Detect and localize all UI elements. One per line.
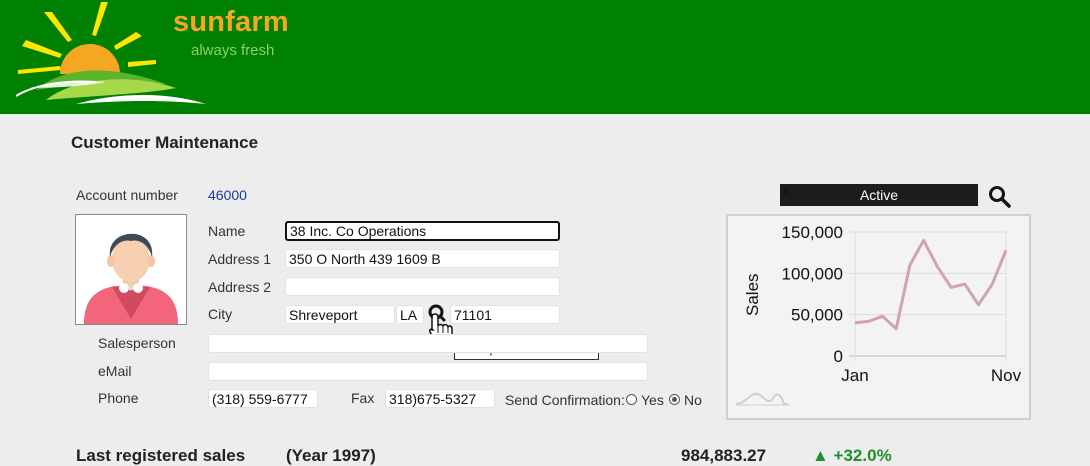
brand-tagline: always fresh xyxy=(191,42,275,59)
fax-label: Fax xyxy=(351,390,375,406)
brand-name: sunfarm xyxy=(173,6,289,38)
phone-input[interactable]: (318) 559-6777 xyxy=(208,389,318,408)
name-label: Name xyxy=(208,223,246,239)
city-label: City xyxy=(208,306,233,322)
sparkline-icon xyxy=(735,392,788,405)
chart-x-tick-label: Nov xyxy=(991,366,1022,385)
last-sales-label: Last registered sales xyxy=(76,446,246,465)
last-sales-amount: 984,883.27 xyxy=(681,446,767,465)
email-label: eMail xyxy=(98,363,132,379)
chart-y-tick-label: 0 xyxy=(834,347,843,366)
page-title: Customer Maintenance xyxy=(71,133,259,152)
email-input[interactable] xyxy=(208,362,648,381)
account-number-value: 46000 xyxy=(208,187,247,203)
customer-avatar xyxy=(75,214,187,325)
address2-label: Address 2 xyxy=(208,279,272,295)
sales-chart: 150,000 100,000 50,000 0 Jan Nov Sales xyxy=(726,214,1031,420)
chart-series-line xyxy=(854,238,1008,331)
phone-label: Phone xyxy=(98,390,139,406)
status-text: Active xyxy=(859,187,899,203)
address1-label: Address 1 xyxy=(208,251,272,267)
chart-x-tick-label: Jan xyxy=(841,366,868,385)
send-confirmation-label: Send Confirmation: xyxy=(505,392,625,408)
status-field[interactable]: A Active xyxy=(780,184,978,206)
confirmation-no-label[interactable]: No xyxy=(684,392,702,408)
chart-y-tick-label: 50,000 xyxy=(791,306,843,325)
chart-y-axis-label: Sales xyxy=(743,273,762,316)
sales-change: ▲ +32.0% xyxy=(812,446,892,465)
app-header: sunfarm always fresh xyxy=(0,0,1090,114)
salesperson-label: Salesperson xyxy=(98,335,176,351)
search-icon[interactable] xyxy=(987,184,1011,208)
address1-input[interactable]: 350 O North 439 1609 B xyxy=(285,249,560,268)
confirmation-yes-label[interactable]: Yes xyxy=(641,392,664,408)
salesperson-input[interactable] xyxy=(208,334,648,353)
address2-input[interactable] xyxy=(285,277,560,296)
zip-input[interactable]: 71101 xyxy=(450,305,560,324)
name-input[interactable]: 38 Inc. Co Operations xyxy=(285,221,560,241)
confirmation-no-radio[interactable] xyxy=(669,394,680,405)
last-sales-year: (Year 1997) xyxy=(286,446,376,465)
city-input[interactable]: Shreveport xyxy=(285,305,395,324)
chart-y-tick-label: 100,000 xyxy=(782,264,843,283)
state-input[interactable]: LA xyxy=(396,305,424,324)
fax-input[interactable]: 318)675-5327 xyxy=(385,389,495,408)
avatar xyxy=(84,233,178,324)
chart-y-tick-label: 150,000 xyxy=(782,223,843,242)
account-number-label: Account number xyxy=(76,187,178,203)
confirmation-yes-radio[interactable] xyxy=(626,394,637,405)
sales-chart-svg: 150,000 100,000 50,000 0Jan Nov Sales xyxy=(735,223,1022,406)
